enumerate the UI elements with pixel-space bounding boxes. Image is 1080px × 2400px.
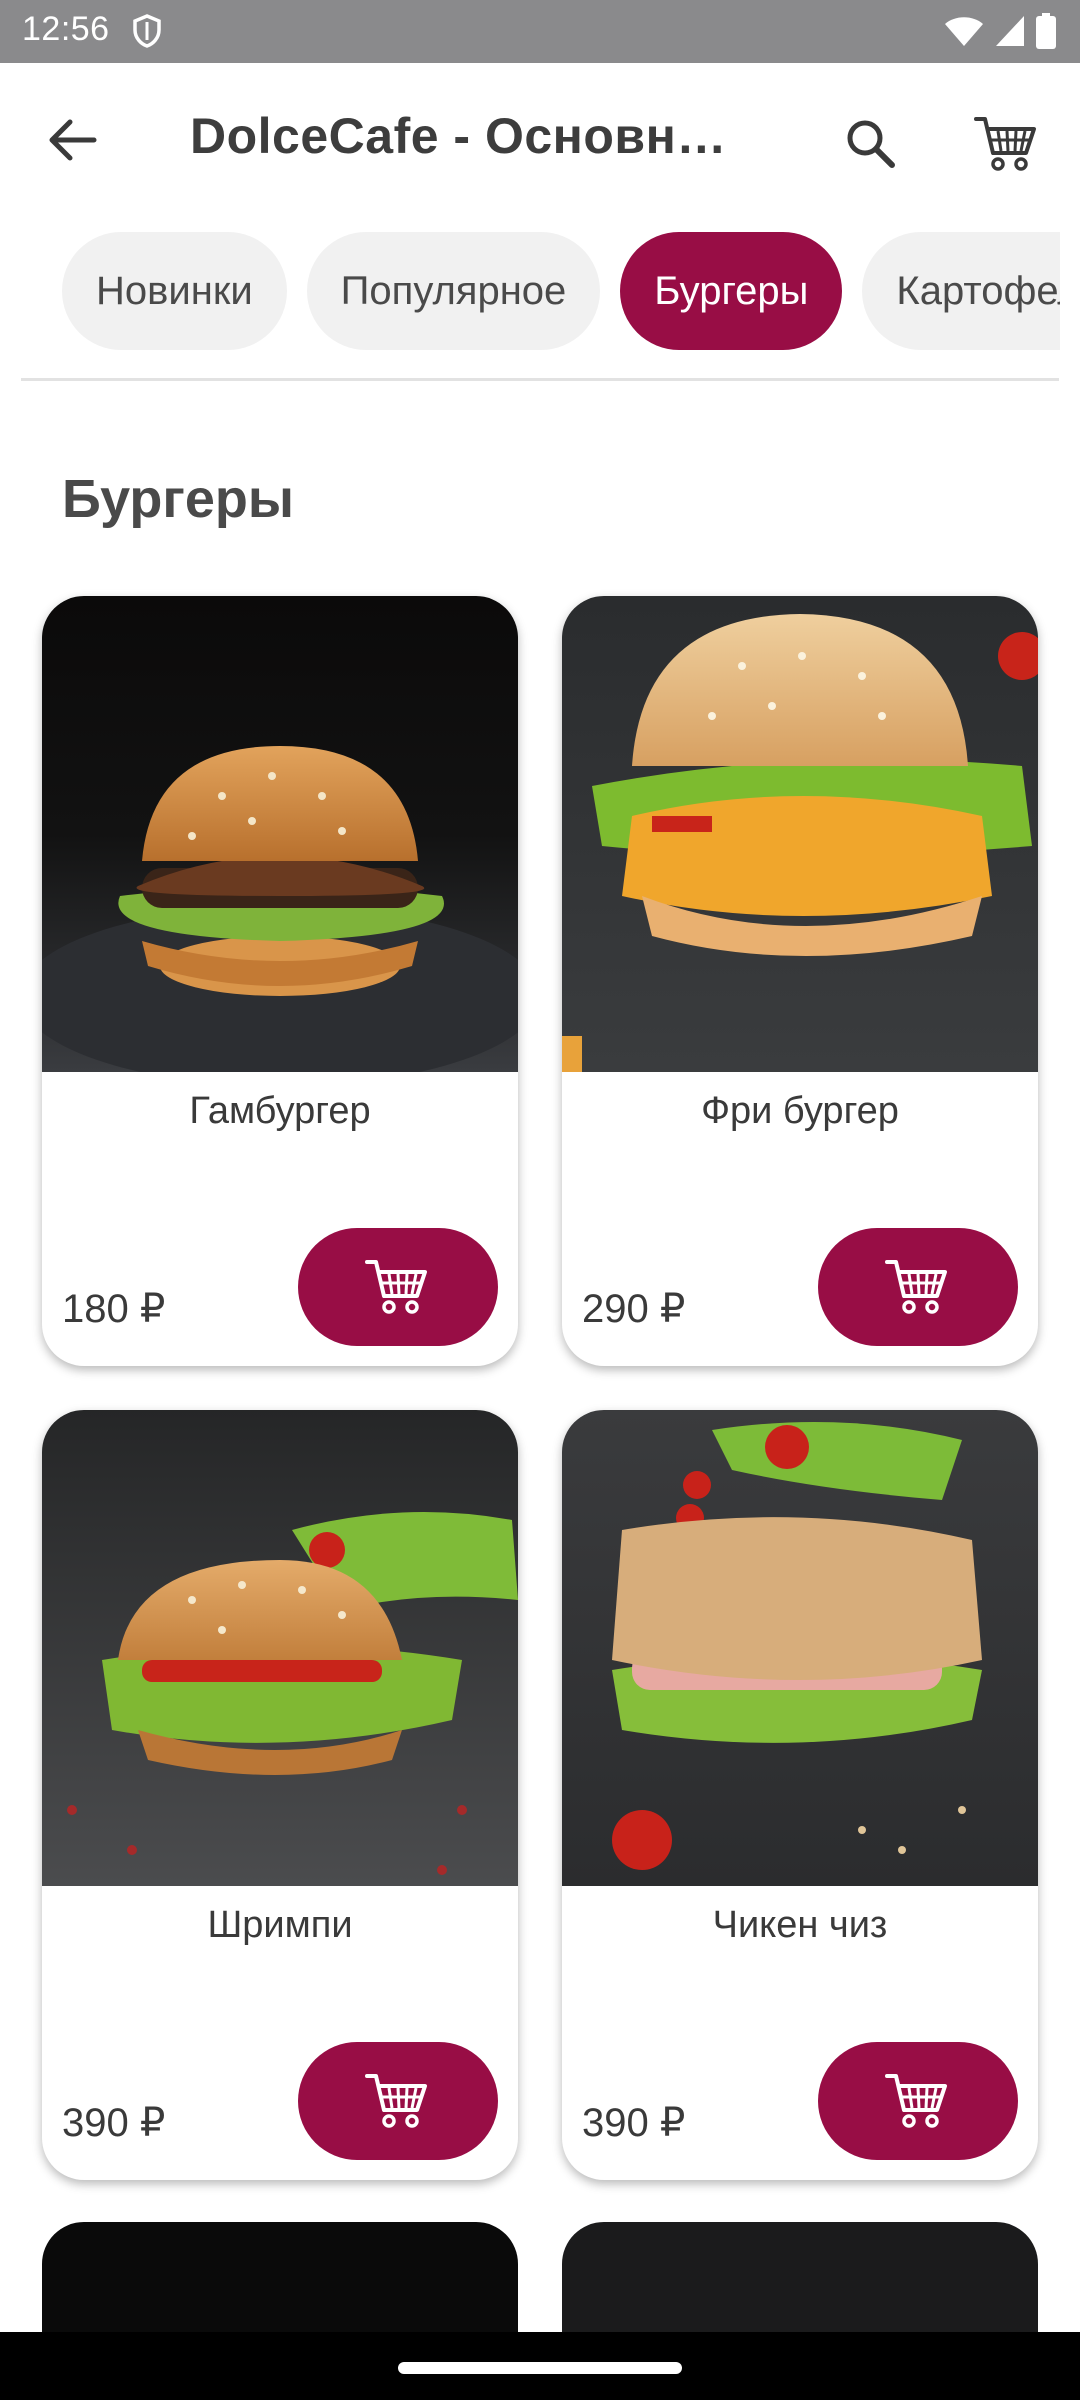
cart-icon [365,2074,427,2128]
page-title: DolceCafe - Основн… [190,108,727,164]
app-bar: DolceCafe - Основн… [0,63,1080,213]
product-image [42,596,518,1072]
search-icon [847,120,895,168]
category-chip-popular[interactable]: Популярное [306,232,601,350]
product-name: Чикен чиз [712,1904,888,1946]
product-price: 390 ₽ [582,2101,686,2145]
search-button[interactable] [830,103,910,183]
product-image [562,1410,1038,1886]
add-to-cart-button[interactable] [818,1228,1018,1346]
status-bar: 12:56 [0,0,1080,63]
category-tabs: Новинки Популярное Бургеры Картофель [0,232,1060,354]
back-button[interactable] [38,105,108,175]
system-nav-bar [0,2332,1080,2400]
category-chip-potato[interactable]: Картофель [862,232,1060,350]
add-to-cart-button[interactable] [298,1228,498,1346]
product-card[interactable] [42,2222,518,2332]
signal-icon [996,16,1024,46]
product-name: Шримпи [207,1904,353,1946]
arrow-left-icon [49,119,97,161]
cart-icon [885,1260,947,1314]
cart-icon [974,117,1036,171]
section-title: Бургеры [62,469,295,529]
product-price: 180 ₽ [62,1287,166,1331]
home-gesture-handle[interactable] [398,2362,682,2374]
product-image [562,596,1038,1072]
cart-icon [885,2074,947,2128]
wifi-icon [945,17,983,46]
divider [21,378,1059,381]
product-price: 390 ₽ [62,2101,166,2145]
category-chip-burgers[interactable]: Бургеры [620,232,843,350]
product-image [42,1410,518,1886]
vpn-shield-icon [133,14,161,48]
product-card[interactable]: Шримпи 390 ₽ [42,1410,518,2180]
battery-icon [1036,13,1056,49]
product-card[interactable] [562,2222,1038,2332]
add-to-cart-button[interactable] [818,2042,1018,2160]
category-chip-new[interactable]: Новинки [62,232,287,350]
product-card[interactable]: Гамбургер 180 ₽ [42,596,518,1366]
product-card[interactable]: Фри бургер 290 ₽ [562,596,1038,1366]
product-name: Фри бургер [701,1090,899,1132]
product-card[interactable]: Чикен чиз 390 ₽ [562,1410,1038,2180]
product-name: Гамбургер [189,1090,371,1132]
add-to-cart-button[interactable] [298,2042,498,2160]
cart-icon [365,1260,427,1314]
status-time: 12:56 [22,10,110,48]
product-price: 290 ₽ [582,1287,686,1331]
cart-button[interactable] [964,101,1050,187]
